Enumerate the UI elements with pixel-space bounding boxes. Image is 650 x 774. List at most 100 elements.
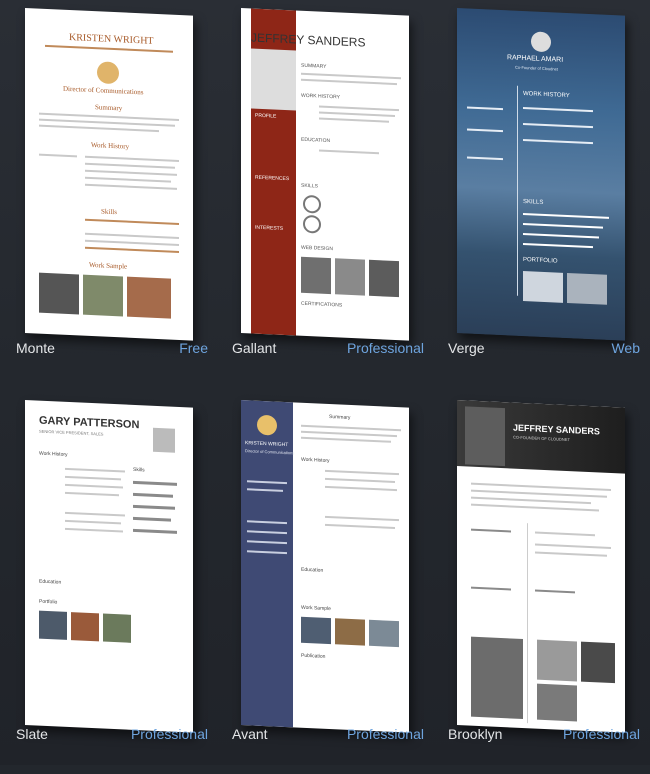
text-line: [535, 551, 607, 557]
doc-section: SUMMARY: [301, 62, 327, 70]
text-line: [85, 169, 177, 176]
text-line: [523, 106, 593, 113]
text-line: [85, 218, 179, 225]
doc-section: CERTIFICATIONS: [301, 300, 343, 309]
sample-image: [335, 618, 365, 646]
template-card-slate[interactable]: GARY PATTERSON SENIOR VICE PRESIDENT, SA…: [0, 392, 216, 774]
doc-section: SKILLS: [523, 198, 544, 206]
text-line: [301, 424, 401, 432]
text-line: [39, 153, 77, 158]
text-line: [325, 477, 395, 483]
text-line: [65, 467, 125, 473]
text-line: [467, 128, 503, 133]
doc-section: Work Sample: [301, 604, 331, 613]
text-line: [467, 106, 503, 111]
text-line: [85, 232, 179, 239]
template-name: Brooklyn: [448, 726, 503, 742]
text-line: [319, 105, 399, 112]
divider: [527, 523, 528, 724]
doc-section: Work Sample: [89, 260, 128, 271]
doc-section: Education: [301, 566, 324, 574]
skill-bar: [133, 492, 173, 498]
sample-image: [369, 619, 399, 648]
sample-image: [369, 259, 399, 298]
text-line: [523, 232, 599, 239]
sample-image: [567, 272, 607, 305]
template-card-verge[interactable]: RAPHAEL AMARI Co-Founder of Cloudnet WOR…: [432, 0, 648, 382]
template-thumbnail-avant[interactable]: KRISTEN WRIGHT Director of Communication…: [241, 400, 409, 733]
template-tier[interactable]: Free: [179, 340, 208, 356]
avatar: [465, 406, 505, 467]
template-card-gallant[interactable]: JEFFREY SANDERS Co-Founder Of Cloudnet P…: [216, 0, 432, 382]
text-line: [467, 156, 503, 161]
text-line: [319, 149, 379, 155]
text-line: [85, 162, 175, 169]
doc-section: Summary: [329, 413, 351, 421]
doc-section: PORTFOLIO: [523, 256, 558, 265]
text-line: [535, 543, 611, 549]
doc-section: Work History: [91, 140, 130, 151]
text-line: [85, 246, 179, 253]
sample-image: [103, 613, 131, 643]
skill-ring: [303, 194, 321, 214]
text-line: [65, 511, 125, 517]
doc-rule: [45, 44, 173, 53]
template-thumbnail-slate[interactable]: GARY PATTERSON SENIOR VICE PRESIDENT, SA…: [25, 400, 193, 733]
doc-section: WORK HISTORY: [301, 92, 340, 101]
text-line: [85, 239, 179, 246]
template-tier[interactable]: Professional: [563, 726, 640, 742]
text-line: [523, 242, 593, 249]
text-line: [535, 589, 575, 594]
doc-section: Publication: [301, 652, 326, 660]
doc-heading: KRISTEN WRIGHT: [69, 31, 154, 47]
template-thumbnail-gallant[interactable]: JEFFREY SANDERS Co-Founder Of Cloudnet P…: [241, 8, 409, 341]
skill-bar: [133, 528, 177, 534]
sample-image: [471, 636, 523, 719]
sample-image: [335, 258, 365, 296]
text-line: [471, 586, 511, 591]
side-section: INTERESTS: [255, 224, 284, 232]
doc-section: EDUCATION: [301, 136, 331, 145]
text-line: [301, 430, 397, 438]
doc-section: Work History: [301, 456, 330, 465]
text-line: [325, 523, 395, 529]
text-line: [471, 496, 591, 505]
text-line: [65, 475, 121, 481]
sample-image: [39, 272, 79, 315]
divider: [517, 85, 518, 296]
skill-ring: [303, 214, 321, 234]
doc-section: Skills: [101, 207, 117, 217]
skill-bar: [133, 516, 171, 522]
text-line: [301, 436, 391, 443]
doc-role: Director of Communications: [63, 84, 144, 97]
template-thumbnail-verge[interactable]: RAPHAEL AMARI Co-Founder of Cloudnet WOR…: [457, 8, 625, 341]
text-line: [65, 483, 123, 489]
text-line: [301, 72, 401, 80]
sample-image: [301, 256, 331, 295]
template-thumbnail-monte[interactable]: KRISTEN WRIGHT Director of Communication…: [25, 8, 193, 341]
doc-role: SENIOR VICE PRESIDENT, SALES: [39, 428, 104, 437]
avatar: [531, 31, 551, 53]
text-line: [85, 155, 179, 162]
doc-section: Summary: [95, 103, 123, 113]
doc-heading: RAPHAEL AMARI: [507, 54, 564, 64]
side-section: PROFILE: [255, 112, 277, 120]
sample-image: [537, 639, 577, 682]
text-line: [523, 222, 603, 229]
avatar: [257, 414, 277, 436]
template-card-brooklyn[interactable]: JEFFREY SANDERS CO-FOUNDER OF CLOUDNET B…: [432, 392, 648, 774]
template-card-monte[interactable]: KRISTEN WRIGHT Director of Communication…: [0, 0, 216, 382]
template-tier[interactable]: Professional: [131, 726, 208, 742]
template-name: Monte: [16, 340, 55, 356]
template-tier[interactable]: Web: [611, 340, 640, 356]
avatar: [153, 427, 175, 453]
text-line: [471, 503, 599, 512]
text-line: [523, 122, 593, 129]
template-tier[interactable]: Professional: [347, 340, 424, 356]
doc-section: Portfolio: [39, 598, 58, 606]
template-card-avant[interactable]: KRISTEN WRIGHT Director of Communication…: [216, 392, 432, 774]
text-line: [319, 117, 389, 123]
template-thumbnail-brooklyn[interactable]: JEFFREY SANDERS CO-FOUNDER OF CLOUDNET: [457, 400, 625, 733]
avatar: [251, 48, 296, 111]
template-tier[interactable]: Professional: [347, 726, 424, 742]
